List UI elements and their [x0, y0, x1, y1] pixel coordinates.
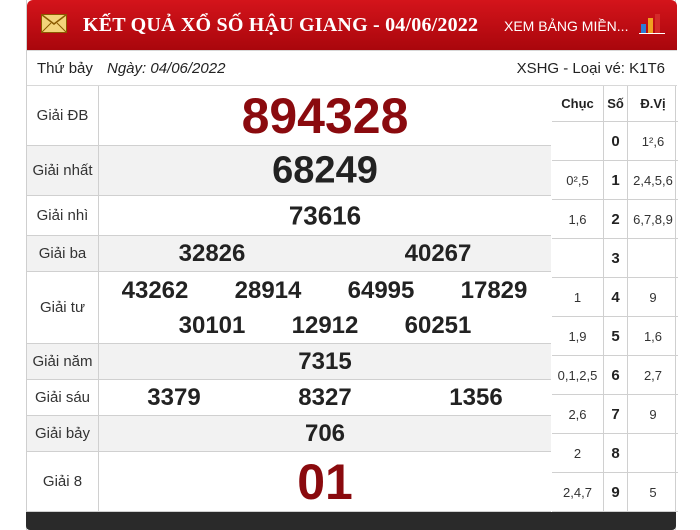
- loto-dvi-cell: 9: [649, 289, 657, 305]
- loto-digit-cell: 8: [604, 434, 628, 472]
- prize-number: 706: [304, 420, 346, 447]
- loto-chuc-cell: 1,9: [552, 317, 604, 355]
- loto-dvi-cell: [628, 239, 678, 277]
- loto-chuc-cell: 0,1,2,5: [552, 356, 604, 394]
- loto-chuc-cell: [552, 239, 604, 277]
- loto-row: 2,4,7 9 5: [552, 473, 678, 512]
- prize-number: 894328: [241, 88, 409, 144]
- loto-header-dvi: Đ.Vị: [640, 96, 666, 111]
- loto-header-chuc: Chục: [552, 86, 604, 121]
- loto-digit-cell: 7: [604, 395, 628, 433]
- loto-digit-cell: 9: [604, 473, 628, 511]
- prize-label: Giải nhì: [27, 196, 99, 235]
- prize-number: 28914: [234, 277, 302, 304]
- prize-number: 32826: [178, 240, 246, 267]
- loto-digit-cell: 0: [604, 122, 628, 160]
- loto-chuc-cell: 2,6: [552, 395, 604, 433]
- bar-chart-icon[interactable]: [639, 12, 665, 34]
- prize-row-first: Giải nhất 68249: [27, 146, 551, 196]
- loto-dvi-cell: 1,6: [643, 328, 663, 344]
- loto-digit-cell: 4: [604, 278, 628, 316]
- loto-dvi-cell: 1²,6: [641, 133, 665, 149]
- loto-dvi-cell: 2,4,5,6: [633, 172, 673, 188]
- loto-row: 14 9: [552, 278, 678, 317]
- prize-number: 64995: [347, 277, 415, 304]
- loto-chuc-cell: [552, 122, 604, 160]
- prize-number: 43262: [121, 277, 189, 304]
- loto-row: 2,6 7 9: [552, 395, 678, 434]
- loto-chuc-cell: 1: [552, 278, 604, 316]
- loto-digit-cell: 6: [604, 356, 628, 394]
- draw-day: Thứ bảy: [37, 60, 93, 77]
- prize-number: 17829: [460, 277, 528, 304]
- results-header: KẾT QUẢ XỔ SỐ HẬU GIANG - 04/06/2022 XEM…: [27, 0, 677, 50]
- loto-row: 0²,5 1 2,4,5,6: [552, 161, 678, 200]
- prize-number: 30101: [178, 312, 246, 339]
- loto-chuc-cell: 2,4,7: [552, 473, 604, 511]
- loto-dvi-cell: 5: [649, 484, 657, 500]
- prize-label: Giải nhất: [27, 146, 99, 195]
- prize-row-fifth: Giải năm 7315: [27, 344, 551, 380]
- prize-row-seventh: Giải bảy 706: [27, 416, 551, 452]
- loto-dvi-cell: 9: [649, 406, 657, 422]
- loto-row: 0 1²,6: [552, 122, 678, 161]
- loto-row: 3: [552, 239, 678, 278]
- loto-row: 28: [552, 434, 678, 473]
- prize-number: 12912: [291, 312, 359, 339]
- prize-number: 01: [297, 454, 353, 510]
- prize-row-eighth: Giải 8 01: [27, 452, 551, 512]
- footer-bar: [26, 512, 676, 530]
- prize-number: 1356: [449, 384, 503, 411]
- prize-number: 8327: [298, 384, 352, 411]
- prize-number: 3379: [147, 384, 201, 411]
- loto-digit-cell: 2: [604, 200, 628, 238]
- prize-label: Giải sáu: [27, 380, 99, 415]
- page-title: KẾT QUẢ XỔ SỐ HẬU GIANG - 04/06/2022: [83, 14, 479, 36]
- loto-chuc-cell: 1,6: [552, 200, 604, 238]
- prize-number: 40267: [404, 240, 472, 267]
- loto-dvi-cell: 2,7: [643, 367, 663, 383]
- view-region-table-link[interactable]: XEM BẢNG MIỀN...: [504, 18, 628, 34]
- loto-row: 1,9 5 1,6: [552, 317, 678, 356]
- prize-row-special: Giải ĐB 894328: [27, 86, 551, 146]
- prize-label: Giải ĐB: [27, 86, 99, 145]
- prize-row-fourth: Giải tư 43262 28914 64995 17829 30101 12…: [27, 272, 551, 344]
- ticket-code: XSHG - Loại vé: K1T6: [516, 60, 665, 77]
- prize-number: 73616: [288, 200, 362, 231]
- loto-dvi-cell: [628, 434, 678, 472]
- loto-header-so: Số: [604, 86, 628, 121]
- mail-icon: [41, 14, 67, 33]
- prize-row-sixth: Giải sáu 3379 8327 1356: [27, 380, 551, 416]
- prize-row-third: Giải ba 32826 40267: [27, 236, 551, 272]
- prize-number: 7315: [298, 348, 352, 375]
- loto-chuc-cell: 2: [552, 434, 604, 472]
- loto-row: 0,1,2,5 6 2,7: [552, 356, 678, 395]
- prize-label: Giải tư: [27, 272, 99, 343]
- draw-date: Ngày: 04/06/2022: [107, 60, 226, 77]
- results-panel: KẾT QUẢ XỔ SỐ HẬU GIANG - 04/06/2022 XEM…: [26, 0, 678, 530]
- prize-row-second: Giải nhì 73616: [27, 196, 551, 236]
- prize-label: Giải năm: [27, 344, 99, 379]
- prize-label: Giải bảy: [27, 416, 99, 451]
- draw-info-row: Thứ bảy Ngày: 04/06/2022 XSHG - Loại vé:…: [27, 50, 677, 86]
- loto-chuc-cell: 0²,5: [552, 161, 604, 199]
- prize-label: Giải 8: [27, 452, 99, 511]
- prize-label: Giải ba: [27, 236, 99, 271]
- loto-header-row: Chục Số Đ.Vị: [552, 86, 678, 122]
- loto-digit-cell: 1: [604, 161, 628, 199]
- loto-dvi-cell: 6,7,8,9: [633, 211, 673, 227]
- loto-digit-cell: 5: [604, 317, 628, 355]
- prize-number: 60251: [404, 312, 472, 339]
- loto-row: 1,6 2 6,7,8,9: [552, 200, 678, 239]
- loto-digit-cell: 3: [604, 239, 628, 277]
- prize-number: 68249: [272, 149, 378, 192]
